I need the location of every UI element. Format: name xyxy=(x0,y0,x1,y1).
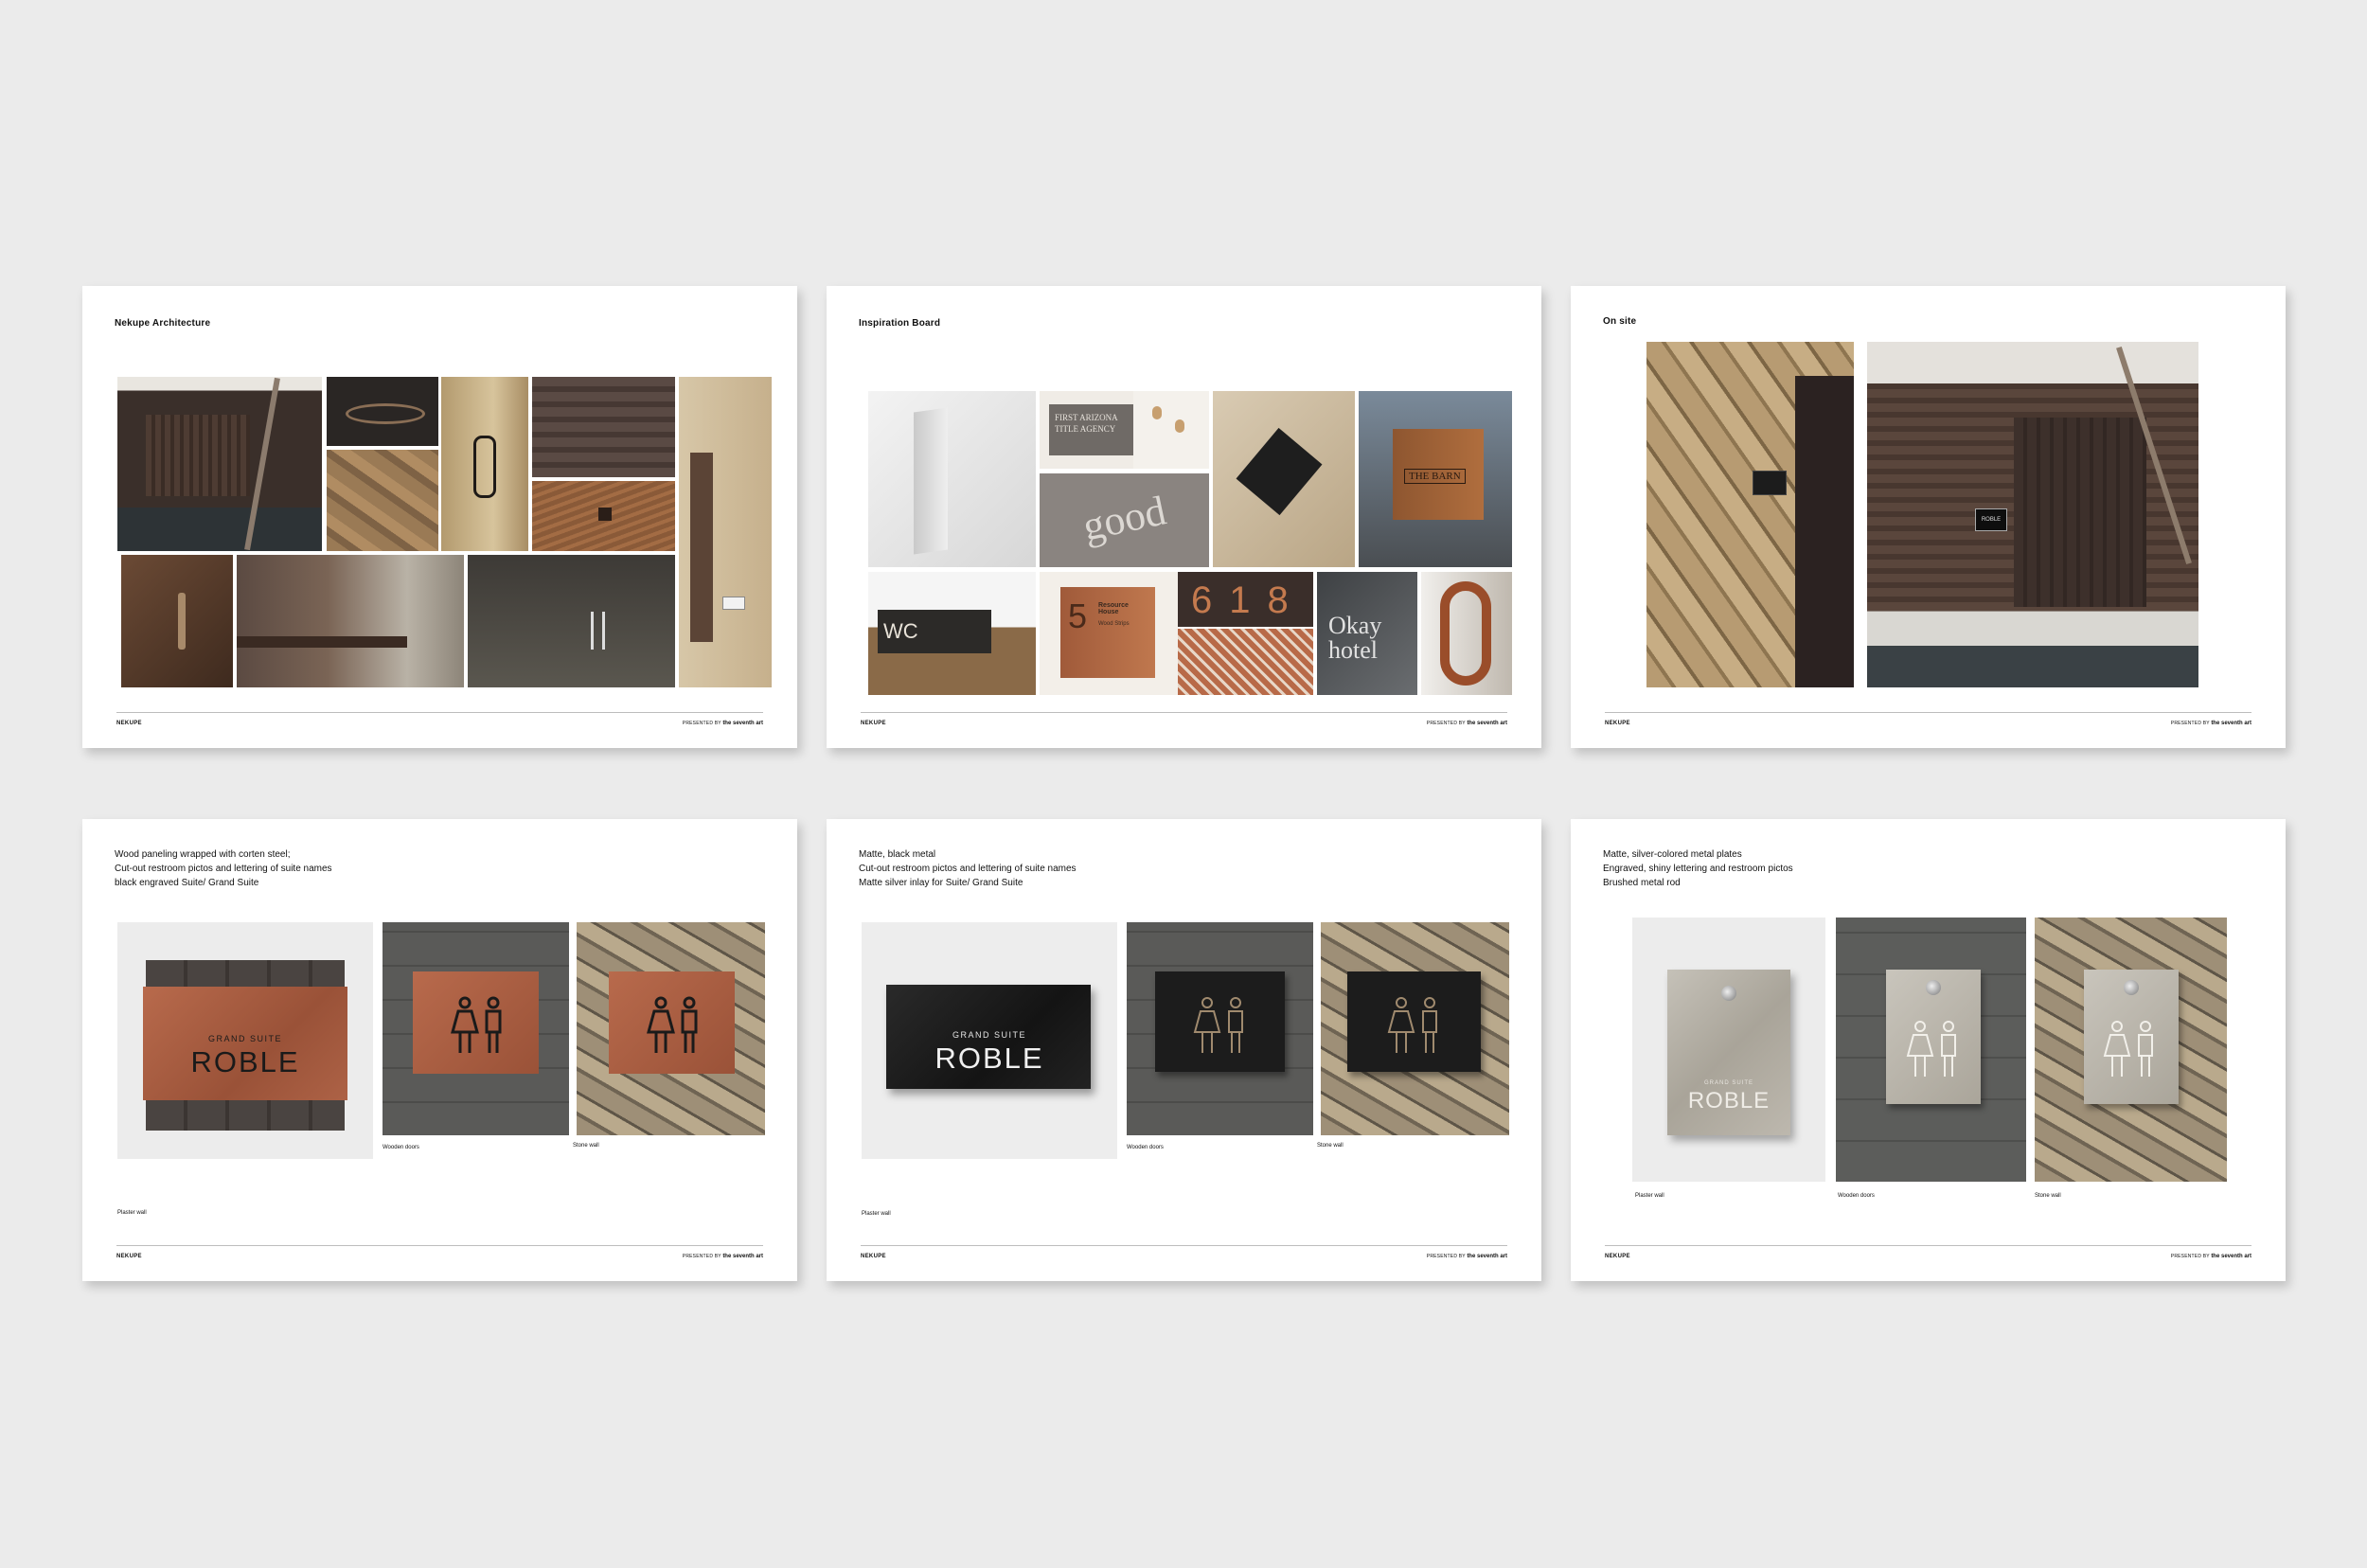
mockup-wooden-doors xyxy=(1836,918,2026,1182)
footer-presented-by: PRESENTED BY the seventh art xyxy=(1426,1254,1507,1259)
photo-stone-bench xyxy=(237,555,464,687)
photo-entrance-doors xyxy=(117,377,322,551)
restroom-pictogram-icon xyxy=(451,996,507,1060)
footer-brand: NEKUPE xyxy=(861,1254,886,1259)
mockup-plaster-wall: GRAND SUITE ROBLE xyxy=(117,922,373,1159)
caption-plaster-wall: Plaster wall xyxy=(862,1211,891,1217)
good-sign-text: good xyxy=(1078,487,1170,550)
photo-hotel-letters: Okay hotel xyxy=(1317,572,1417,695)
mockup-wooden-doors xyxy=(383,922,569,1135)
slide-corten-option[interactable]: Wood paneling wrapped with corten steel;… xyxy=(82,819,797,1281)
mockup-plaster-wall: GRAND SUITE ROBLE xyxy=(1632,918,1825,1182)
photo-wood-grain xyxy=(532,481,675,551)
caption-wooden-doors: Wooden doors xyxy=(1838,1193,1875,1199)
wc-sign-text: WC xyxy=(883,619,918,643)
photo-lattice xyxy=(1178,629,1313,695)
photo-hanging-sign xyxy=(1213,391,1355,567)
footer-brand: NEKUPE xyxy=(116,1254,142,1259)
mockup-stone-wall xyxy=(2035,918,2227,1182)
footer-presented-by: PRESENTED BY the seventh art xyxy=(1426,721,1507,726)
slide-description: Wood paneling wrapped with corten steel;… xyxy=(115,849,332,888)
footer-divider xyxy=(116,1245,763,1246)
metal-rod-icon xyxy=(1721,986,1736,1001)
caption-wooden-doors: Wooden doors xyxy=(383,1145,419,1150)
sign-subtitle: GRAND SUITE xyxy=(1703,1080,1753,1086)
resource-name: Resource House xyxy=(1098,602,1129,615)
photo-wall-lamp xyxy=(441,377,528,551)
wc-plate-icon xyxy=(1753,471,1787,495)
photo-wc-sign: WC xyxy=(868,572,1036,695)
footer-presented-by: PRESENTED BY the seventh art xyxy=(2170,1254,2251,1259)
photo-stone-wall xyxy=(327,450,438,551)
restroom-pictogram-icon xyxy=(647,996,703,1060)
sign-name: ROBLE xyxy=(1687,1088,1771,1114)
mockup-wooden-doors xyxy=(1127,922,1313,1135)
slide-title: Inspiration Board xyxy=(859,318,941,329)
sign-name: ROBLE xyxy=(190,1045,300,1078)
slide-title: On site xyxy=(1603,316,1637,327)
barn-sign-text: THE BARN xyxy=(1404,469,1466,484)
slide-nekupe-architecture[interactable]: Nekupe Architecture NEKUPE PRESENTED BY … xyxy=(82,286,797,748)
slide-silver-metal-option[interactable]: Matte, silver-colored metal plates Engra… xyxy=(1571,819,2286,1281)
sign-subtitle: GRAND SUITE xyxy=(207,1034,282,1043)
footer-presented-by: PRESENTED BY the seventh art xyxy=(682,1254,763,1259)
house-numbers-text: 618 xyxy=(1191,579,1306,621)
mockup-stone-wall xyxy=(1321,922,1509,1135)
caption-wooden-doors: Wooden doors xyxy=(1127,1145,1164,1150)
caption-stone-wall: Stone wall xyxy=(2035,1193,2061,1199)
photo-copper-letter xyxy=(1421,572,1512,695)
photo-wood-panel xyxy=(532,377,675,477)
hotel-letters-text: Okay hotel xyxy=(1328,612,1382,664)
footer-brand: NEKUPE xyxy=(861,721,886,726)
footer-presented-by: PRESENTED BY the seventh art xyxy=(2170,721,2251,726)
caption-stone-wall: Stone wall xyxy=(1317,1143,1344,1149)
mockup-plaster-wall: GRAND SUITE ROBLE xyxy=(862,922,1117,1159)
photo-dark-doors xyxy=(468,555,675,687)
footer-brand: NEKUPE xyxy=(1605,721,1630,726)
photo-door-handle xyxy=(121,555,233,687)
slide-title: Nekupe Architecture xyxy=(115,318,211,329)
slide-black-metal-option[interactable]: Matte, black metal Cut-out restroom pict… xyxy=(827,819,1541,1281)
caption-plaster-wall: Plaster wall xyxy=(117,1210,147,1216)
footer-brand: NEKUPE xyxy=(116,721,142,726)
mockup-stone-wall xyxy=(577,922,765,1135)
footer-divider xyxy=(861,1245,1507,1246)
footer-divider xyxy=(116,712,763,713)
photo-white-panel xyxy=(868,391,1036,567)
slide-on-site[interactable]: On site ROBLE NEKUPE PRESENTED BY the se… xyxy=(1571,286,2286,748)
caption-stone-wall: Stone wall xyxy=(573,1143,599,1149)
photo-barn-sign: THE BARN xyxy=(1359,391,1512,567)
photo-stone-entrance xyxy=(1646,342,1854,687)
resource-sub: Wood Strips xyxy=(1098,621,1130,627)
photo-good-sign: good xyxy=(1040,473,1209,567)
agency-sign-text: FIRST ARIZONA TITLE AGENCY xyxy=(1049,404,1134,455)
footer-divider xyxy=(1605,712,2251,713)
sign-name: ROBLE xyxy=(934,1042,1044,1075)
sign-subtitle: GRAND SUITE xyxy=(952,1030,1026,1040)
photo-agency-sign: FIRST ARIZONA TITLE AGENCY xyxy=(1040,391,1144,469)
photo-corridor-sign xyxy=(679,377,772,687)
photo-resource-sign: 5 Resource House Wood Strips xyxy=(1040,572,1178,695)
restroom-pictogram-icon xyxy=(1387,996,1444,1060)
metal-rod-icon xyxy=(2124,980,2139,995)
restroom-pictogram-icon xyxy=(1906,1020,1963,1083)
footer-divider xyxy=(861,712,1507,713)
slide-inspiration-board[interactable]: Inspiration Board FIRST ARIZONA TITLE AG… xyxy=(827,286,1541,748)
resource-number: 5 xyxy=(1068,597,1088,635)
metal-rod-icon xyxy=(1926,980,1941,995)
restroom-pictogram-icon xyxy=(1193,996,1250,1060)
slide-description: Matte, silver-colored metal plates Engra… xyxy=(1603,849,1793,888)
caption-plaster-wall: Plaster wall xyxy=(1635,1193,1664,1199)
photo-house-numbers: 618 xyxy=(1178,572,1313,627)
roble-plate: ROBLE xyxy=(1975,508,2007,531)
footer-presented-by: PRESENTED BY the seventh art xyxy=(682,721,763,726)
restroom-pictogram-icon xyxy=(2103,1020,2160,1083)
slide-description: Matte, black metal Cut-out restroom pict… xyxy=(859,849,1077,888)
photo-wall-pegs xyxy=(1133,391,1209,469)
footer-divider xyxy=(1605,1245,2251,1246)
footer-brand: NEKUPE xyxy=(1605,1254,1630,1259)
photo-roble-facade: ROBLE xyxy=(1867,342,2198,687)
photo-chandelier xyxy=(327,377,438,446)
